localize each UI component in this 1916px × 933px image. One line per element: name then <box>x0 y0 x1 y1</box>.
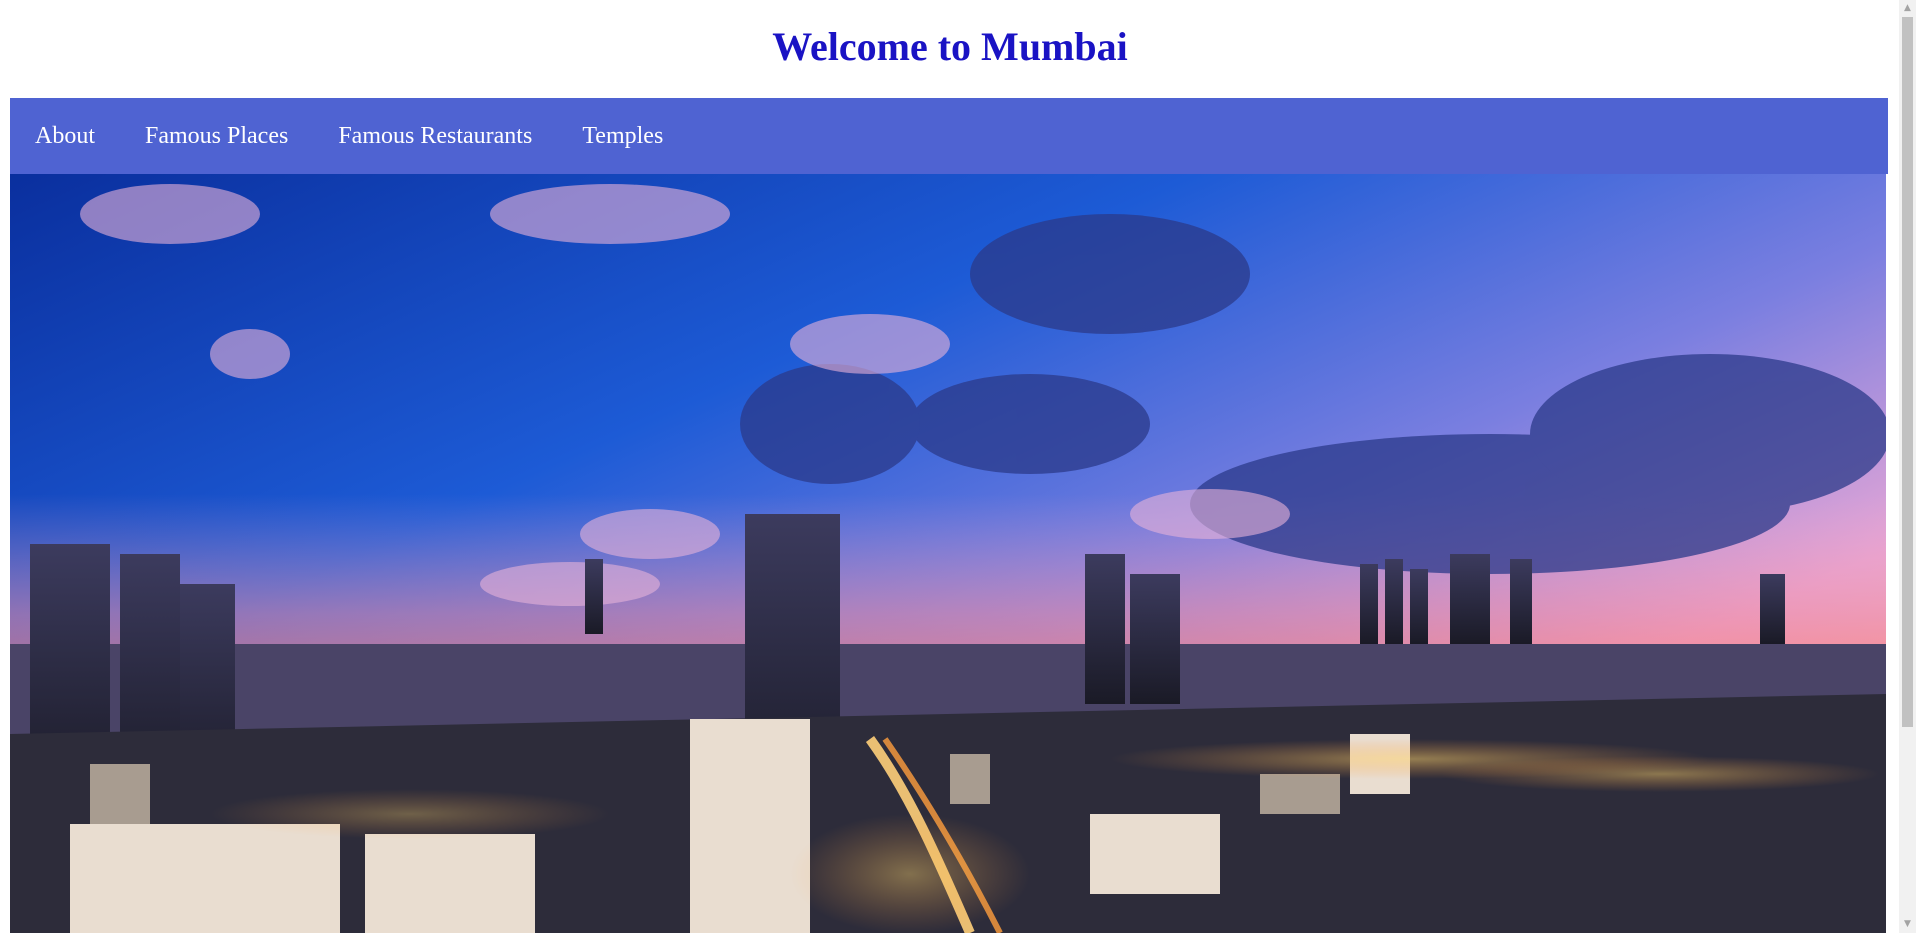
page-title: Welcome to Mumbai <box>772 24 1128 69</box>
page: Welcome to Mumbai About Famous Places Fa… <box>0 0 1916 933</box>
nav-link-famous-restaurants[interactable]: Famous Restaurants <box>338 123 532 150</box>
nav-link-famous-places[interactable]: Famous Places <box>145 123 288 150</box>
nav-link-about[interactable]: About <box>35 123 95 150</box>
nav-link-temples[interactable]: Temples <box>582 123 663 150</box>
city-skyline-photo <box>10 174 1886 933</box>
scrollbar-thumb[interactable] <box>1902 17 1913 727</box>
scroll-down-arrow-icon[interactable]: ▼ <box>1899 916 1916 933</box>
vertical-scrollbar[interactable]: ▲ ▼ <box>1899 0 1916 933</box>
hero-image <box>10 174 1886 933</box>
scroll-up-arrow-icon[interactable]: ▲ <box>1899 0 1916 17</box>
main-navbar: About Famous Places Famous Restaurants T… <box>10 98 1888 174</box>
